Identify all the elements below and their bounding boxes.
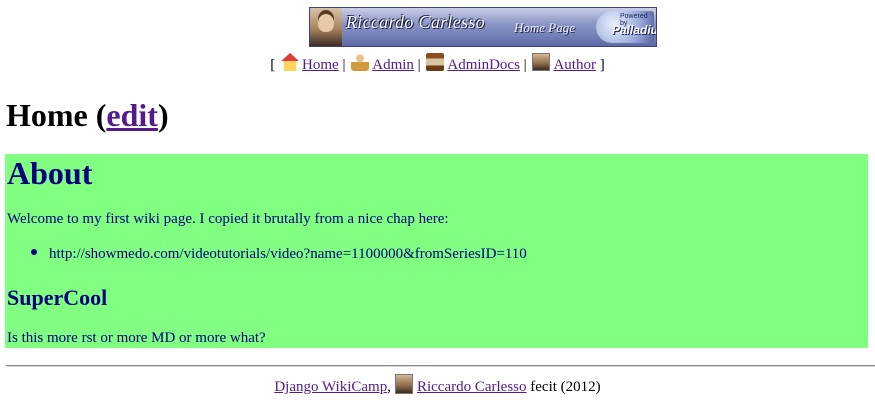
nav-link-admin[interactable]: Admin [372, 57, 414, 73]
footer: Django WikiCamp, Riccardo Carlesso fecit … [0, 374, 875, 398]
author-photo [310, 8, 342, 46]
nav-separator: | [342, 57, 346, 73]
nav-separator: | [417, 57, 421, 73]
powered-by-logo: Powered by Palladius [596, 11, 656, 43]
banner-name: Riccardo Carlesso [346, 12, 485, 32]
footer-author-link[interactable]: Riccardo Carlesso [417, 379, 527, 395]
nav-bracket-close: ] [599, 57, 605, 73]
paren-close: ) [157, 97, 169, 133]
banner-subtitle: Home Page [514, 20, 576, 35]
page-title: Home (edit) [6, 96, 169, 134]
question-paragraph: Is this more rst or more MD or more what… [7, 330, 266, 346]
top-navigation: [ Home | Admin | AdminDocs | Author ] [0, 53, 875, 77]
footer-suffix: fecit (2012) [530, 379, 601, 395]
admin-icon [351, 53, 370, 71]
wiki-content: About Welcome to my first wiki page. I c… [5, 154, 868, 348]
list-item: http://showmedo.com/videotutorials/video… [31, 246, 527, 263]
home-icon [281, 53, 300, 71]
paren-open: ( [95, 97, 107, 133]
footer-comma: , [387, 379, 391, 395]
nav-link-author[interactable]: Author [553, 57, 596, 73]
footer-app-link[interactable]: Django WikiCamp [274, 379, 387, 395]
powered-by-brand: Palladius [612, 23, 656, 37]
nav-link-admindocs[interactable]: AdminDocs [447, 57, 520, 73]
supercool-heading: SuperCool [7, 285, 108, 310]
horizontal-rule [6, 365, 875, 367]
page-title-text: Home [6, 97, 88, 133]
author-icon [394, 374, 413, 394]
nav-bracket-open: [ [270, 57, 276, 73]
nav-separator: | [523, 57, 527, 73]
docs-icon [426, 53, 445, 71]
edit-link[interactable]: edit [106, 97, 158, 133]
author-icon [532, 53, 551, 71]
about-heading: About [7, 155, 93, 191]
site-banner: Riccardo Carlesso Home Page Powered by P… [309, 7, 657, 47]
intro-paragraph: Welcome to my first wiki page. I copied … [7, 211, 449, 227]
nav-link-home[interactable]: Home [302, 57, 339, 73]
